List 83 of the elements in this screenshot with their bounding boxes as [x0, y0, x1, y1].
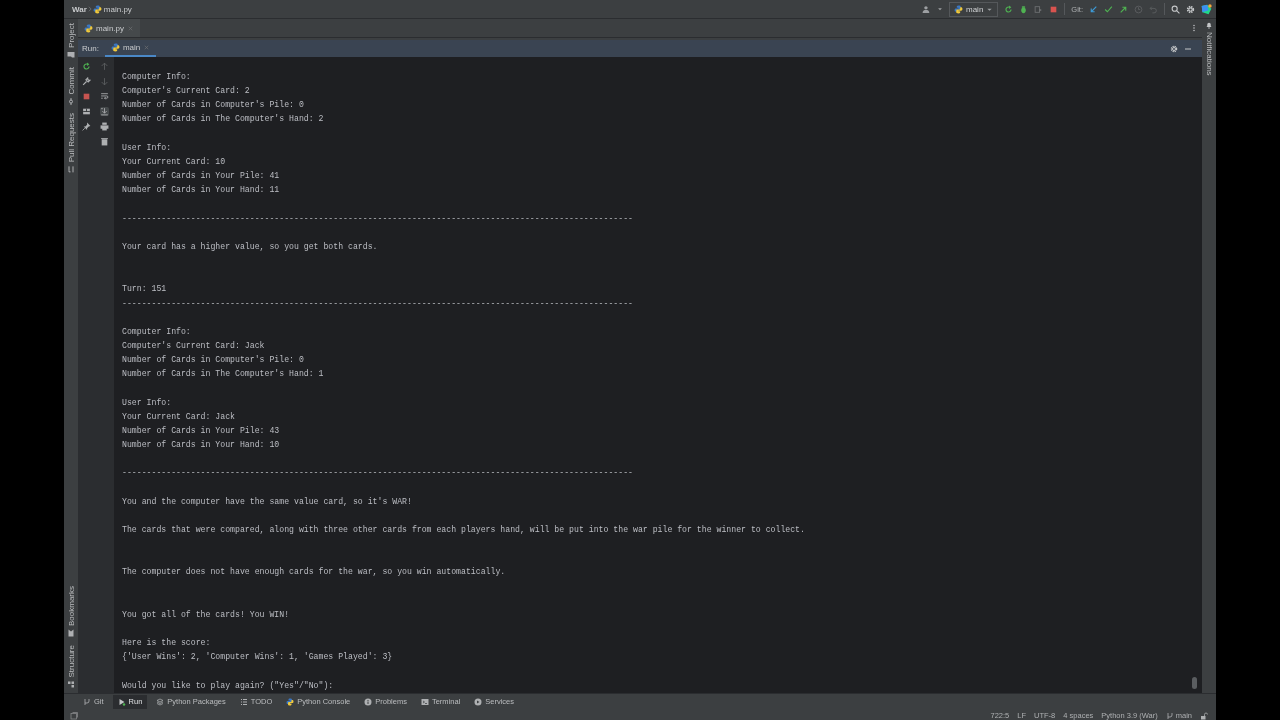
console-line: Your Current Card: Jack — [122, 410, 236, 423]
stop-icon[interactable] — [1049, 4, 1059, 14]
console-line: Number of Cards in Computer's Pile: 0 — [122, 99, 305, 112]
update-arrow-icon[interactable] — [1089, 4, 1098, 14]
console-line: You and the computer have the same value card, so it's WAR! — [122, 495, 413, 508]
bookmarks-icon — [67, 629, 75, 638]
structure-icon — [67, 680, 75, 689]
console-line: Computer Info: — [122, 325, 192, 338]
stop-icon[interactable] — [82, 92, 91, 101]
console-line: -------------------------------------------------------------------------------------------------------- — [122, 212, 634, 225]
console-line: Your Current Card: 10 — [122, 155, 227, 168]
console-line: User Info: — [122, 396, 173, 409]
lock-icon[interactable] — [1200, 711, 1208, 720]
console-line: You got all of the cards! You WIN! — [122, 608, 291, 621]
run-label: Run: — [82, 44, 99, 53]
list-icon — [239, 697, 248, 706]
run-configuration-dropdown[interactable]: main — [949, 1, 999, 17]
settings-icon[interactable] — [1186, 4, 1195, 14]
console-line: Number of Cards in Your Hand: 10 — [122, 439, 281, 452]
console-line: Number of Cards in Your Pile: 43 — [122, 424, 281, 437]
rerun-icon[interactable] — [82, 62, 91, 71]
scrollbar-thumb[interactable] — [1192, 676, 1197, 689]
branch-icon — [1165, 711, 1174, 720]
terminal-icon — [420, 697, 429, 706]
scroll-to-end-icon[interactable] — [100, 107, 109, 116]
bookmarks-tab[interactable]: Bookmarks — [66, 582, 76, 642]
project-breadcrumb[interactable]: War — [72, 4, 87, 14]
play-circle-icon — [474, 697, 483, 706]
console-line: The computer does not have enough cards for the war, so you win automatically. — [122, 566, 507, 579]
run-icon — [117, 697, 126, 706]
app-logo-icon[interactable] — [1201, 3, 1212, 15]
console-line: The cards that were compared, along with three other cards from each players hand, will be put into the war pile for the winner to collect. — [122, 524, 806, 536]
console-line: Turn: 151 — [122, 283, 168, 296]
wrench-icon[interactable] — [82, 77, 91, 86]
structure-tab[interactable]: Structure — [66, 641, 76, 693]
console-line: Computer's Current Card: 2 — [122, 85, 251, 98]
python-file-icon — [92, 4, 102, 14]
commit-icon — [67, 97, 75, 106]
console-line: -------------------------------------------------------------------------------------------------------- — [122, 297, 634, 310]
python-icon — [286, 697, 295, 706]
console-line: Computer's Current Card: Jack — [122, 339, 266, 352]
bell-icon — [1205, 21, 1213, 29]
checkmark-icon[interactable] — [1104, 4, 1113, 14]
python-file-icon — [84, 23, 93, 33]
console-line: -------------------------------------------------------------------------------------------------------- — [122, 467, 634, 480]
branch-icon — [83, 697, 91, 706]
trash-icon[interactable] — [100, 137, 109, 146]
caret-icon — [937, 6, 943, 12]
python-icon — [110, 43, 120, 52]
notifications-tab[interactable]: Notifications — [1204, 19, 1214, 80]
user-icon[interactable] — [922, 4, 931, 14]
console-line: User Info: — [122, 141, 173, 154]
panel-toggle-icon[interactable] — [70, 711, 78, 720]
info-icon — [364, 697, 373, 706]
editor-tab[interactable]: main.py — [78, 19, 140, 37]
layers-icon — [156, 697, 165, 706]
project-icon — [67, 50, 75, 59]
search-icon[interactable] — [1171, 4, 1180, 14]
push-arrow-icon[interactable] — [1119, 4, 1128, 14]
print-icon[interactable] — [100, 122, 109, 131]
file-breadcrumb[interactable]: main.py — [92, 4, 132, 14]
console-line: Your card has a higher value, so you get both cards. — [122, 240, 379, 253]
console-line: {'User Wins': 2, 'Computer Wins': 1, 'Games Played': 3} — [122, 651, 394, 664]
console-line: Number of Cards in The Computer's Hand: 1 — [122, 368, 325, 381]
console-line: Would you like to play again? ("Yes"/"No"): — [122, 679, 335, 692]
commit-tab[interactable]: Commit — [66, 62, 76, 110]
chevron-icon — [86, 5, 93, 13]
console-line: Computer Info: — [122, 71, 192, 83]
project-tab[interactable]: Project — [66, 19, 76, 63]
settings-icon[interactable] — [1170, 44, 1178, 53]
bug-icon[interactable] — [1019, 4, 1029, 14]
pin-icon[interactable] — [82, 122, 91, 131]
console-line: Number of Cards in Computer's Pile: 0 — [122, 354, 305, 367]
layout-icon[interactable] — [82, 107, 91, 116]
python-icon — [954, 4, 963, 14]
console-line: Number of Cards in Your Pile: 41 — [122, 170, 281, 183]
rerun-icon[interactable] — [1004, 4, 1014, 14]
pull-requests-tab[interactable]: Pull Requests — [66, 109, 76, 178]
soft-wrap-icon[interactable] — [100, 92, 109, 101]
console-line: Here is the score: — [122, 637, 212, 650]
more-icon[interactable] — [1190, 24, 1198, 32]
console-line: Number of Cards in The Computer's Hand: 2 — [122, 113, 325, 126]
console-line: Number of Cards in Your Hand: 11 — [122, 184, 281, 197]
